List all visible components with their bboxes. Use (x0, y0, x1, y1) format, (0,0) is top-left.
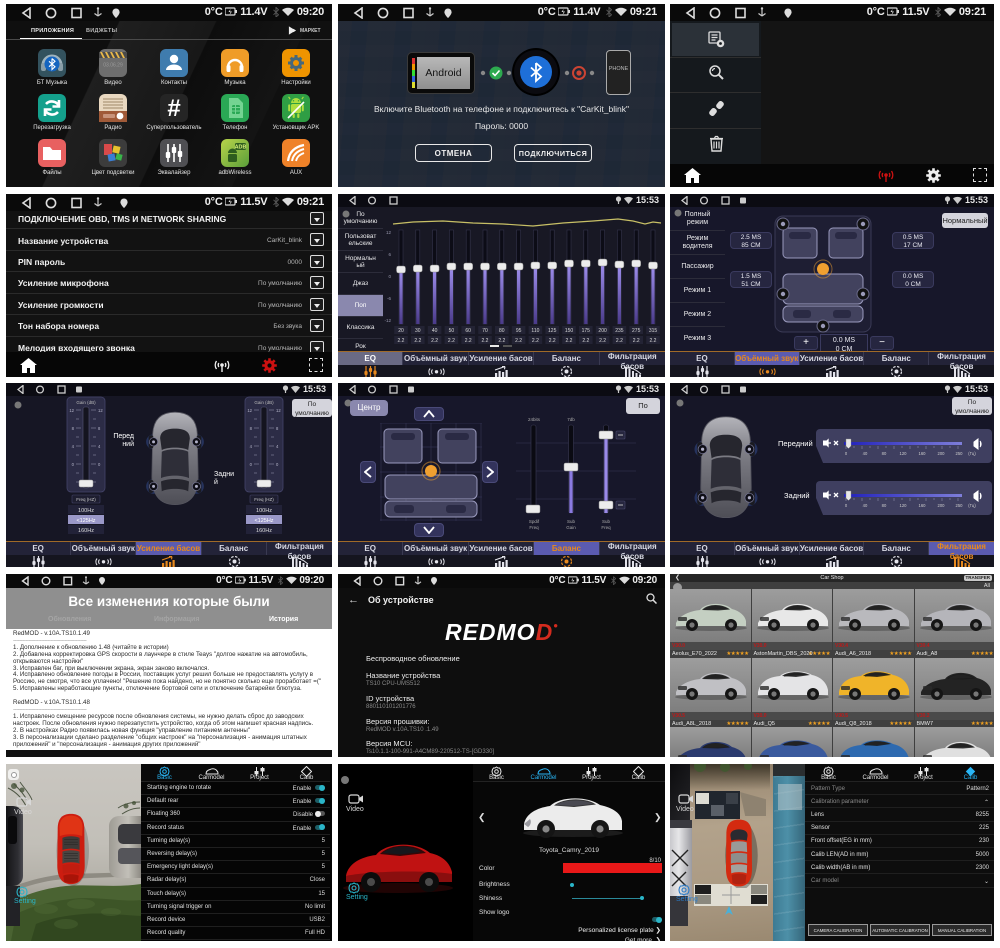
svg-text:Freq: Freq (601, 525, 611, 530)
svg-text:-12: -12 (384, 318, 391, 323)
svg-text:2.2: 2.2 (582, 338, 589, 344)
svg-text:30: 30 (415, 328, 421, 334)
svg-text:40: 40 (863, 451, 868, 456)
svg-text:-6: -6 (387, 296, 391, 301)
svg-text:235: 235 (615, 328, 624, 334)
svg-text:2.2: 2.2 (482, 338, 489, 344)
svg-text:250: 250 (956, 503, 964, 508)
svg-text:40: 40 (863, 503, 868, 508)
svg-text:2.2: 2.2 (616, 338, 623, 344)
svg-text:250: 250 (956, 451, 964, 456)
svg-text:(Гц): (Гц) (968, 503, 976, 508)
svg-text:160: 160 (919, 503, 927, 508)
svg-text:160: 160 (919, 451, 927, 456)
svg-text:2.2: 2.2 (549, 338, 556, 344)
svg-text:03.06.29: 03.06.29 (103, 63, 123, 69)
svg-text:95: 95 (516, 328, 522, 334)
svg-text:2.2: 2.2 (633, 338, 640, 344)
svg-text:120: 120 (900, 503, 908, 508)
svg-text:2.2: 2.2 (465, 338, 472, 344)
svg-text:80: 80 (882, 503, 887, 508)
svg-text:<125Hz: <125Hz (76, 518, 95, 524)
svg-text:<125Hz: <125Hz (254, 518, 273, 524)
svg-text:160Hz: 160Hz (256, 528, 272, 534)
svg-text:2.2: 2.2 (515, 338, 522, 344)
svg-text:#: # (167, 95, 180, 122)
svg-text:2.2: 2.2 (448, 338, 455, 344)
svg-text:(Гц): (Гц) (968, 451, 976, 456)
svg-text:2.2: 2.2 (532, 338, 539, 344)
svg-text:80: 80 (499, 328, 505, 334)
svg-text:2.2: 2.2 (599, 338, 606, 344)
svg-text:12: 12 (69, 408, 74, 413)
svg-text:2.2: 2.2 (498, 338, 505, 344)
svg-text:0: 0 (845, 451, 848, 456)
svg-text:70: 70 (482, 328, 488, 334)
svg-text:Sub: Sub (567, 519, 576, 524)
svg-text:2.2: 2.2 (398, 338, 405, 344)
svg-text:160Hz: 160Hz (78, 528, 94, 534)
svg-text:12: 12 (247, 408, 252, 413)
svg-text:100Hz: 100Hz (78, 508, 94, 514)
svg-text:120: 120 (900, 451, 908, 456)
svg-text:2.2: 2.2 (414, 338, 421, 344)
svg-text:20: 20 (398, 328, 404, 334)
svg-text:Gain (dB): Gain (dB) (76, 400, 96, 405)
svg-text:50: 50 (449, 328, 455, 334)
svg-text:12: 12 (98, 408, 103, 413)
svg-text:Gain (dB): Gain (dB) (254, 400, 274, 405)
svg-text:80: 80 (882, 451, 887, 456)
svg-text:200: 200 (598, 328, 607, 334)
svg-text:0: 0 (845, 503, 848, 508)
svg-text:12: 12 (386, 230, 392, 235)
svg-text:100Hz: 100Hz (256, 508, 272, 514)
svg-text:2.2: 2.2 (431, 338, 438, 344)
svg-text:Gain: Gain (566, 525, 576, 530)
svg-text:125: 125 (548, 328, 557, 334)
svg-text:Spdif: Spdif (529, 519, 540, 524)
svg-text:6: 6 (388, 252, 391, 257)
svg-text:12: 12 (276, 408, 281, 413)
svg-text:7db: 7db (567, 417, 575, 422)
svg-text:2.2: 2.2 (650, 338, 657, 344)
svg-text:60: 60 (465, 328, 471, 334)
svg-text:150: 150 (565, 328, 574, 334)
svg-text:200: 200 (938, 451, 946, 456)
svg-text:40: 40 (432, 328, 438, 334)
svg-text:Freq: Freq (529, 525, 539, 530)
svg-text:Sub: Sub (602, 519, 611, 524)
svg-text:Freq (HZ): Freq (HZ) (76, 497, 96, 502)
svg-text:200: 200 (938, 503, 946, 508)
svg-text:315: 315 (649, 328, 658, 334)
svg-text:175: 175 (582, 328, 591, 334)
svg-text:275: 275 (632, 328, 641, 334)
svg-text:2.2: 2.2 (566, 338, 573, 344)
svg-text:0: 0 (388, 274, 391, 279)
svg-text:24bits: 24bits (528, 417, 541, 422)
svg-text:ADB: ADB (235, 145, 247, 151)
svg-text:Freq (HZ): Freq (HZ) (254, 497, 274, 502)
svg-text:110: 110 (531, 328, 539, 334)
